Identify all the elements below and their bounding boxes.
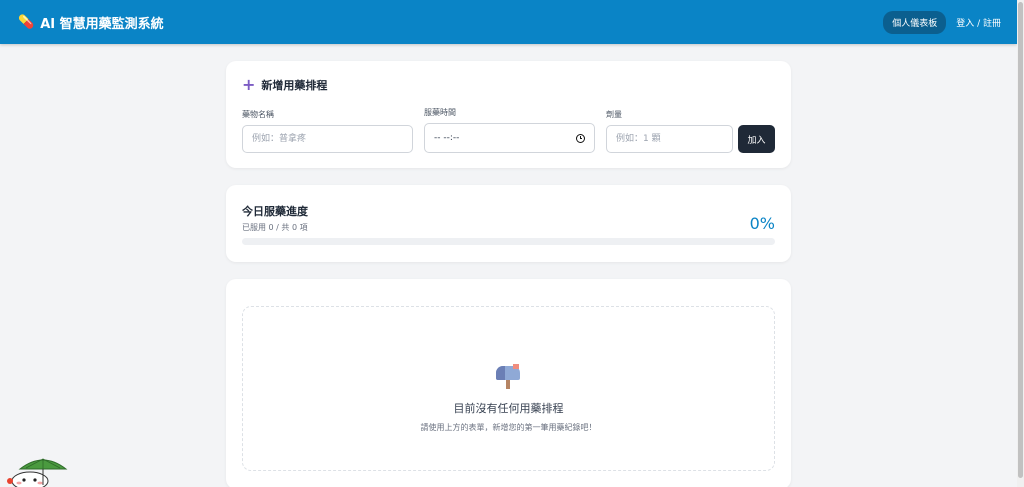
dose-label: 劑量: [606, 110, 622, 119]
main-content: + 新增用藥排程 藥物名稱 服藥時間 -- --:-- 劑量 加入: [226, 61, 791, 487]
medicine-name-field: 藥物名稱: [242, 109, 413, 153]
add-button[interactable]: 加入: [738, 125, 775, 153]
progress-percent: 0%: [749, 214, 775, 233]
dashboard-button[interactable]: 個人儀表板: [883, 10, 947, 34]
plus-icon: +: [242, 75, 256, 94]
medicine-name-input[interactable]: [242, 125, 413, 153]
progress-title: 今日服藥進度: [242, 205, 308, 218]
empty-state-title: 目前沒有任何用藥排程: [453, 402, 564, 415]
scrollbar-thumb[interactable]: [1018, 2, 1023, 478]
time-field: 服藥時間 -- --:--: [424, 107, 595, 153]
progress-header: 今日服藥進度 已服用 0 / 共 0 項 0%: [242, 203, 775, 233]
time-input-value: -- --:--: [434, 133, 460, 143]
add-schedule-heading: + 新增用藥排程: [242, 77, 775, 93]
time-input[interactable]: -- --:--: [424, 123, 595, 153]
mascot-icon[interactable]: [6, 455, 68, 487]
app-title: AI 智慧用藥監測系統: [40, 16, 164, 32]
nav-links: 個人儀表板 登入 / 註冊: [883, 10, 1001, 34]
empty-state: 目前沒有任何用藥排程 請使用上方的表單，新增您的第一筆用藥紀錄吧！: [242, 306, 775, 471]
progress-subtitle: 已服用 0 / 共 0 項: [242, 223, 308, 232]
brand[interactable]: 💊 AI 智慧用藥監測系統: [18, 13, 164, 32]
clock-icon[interactable]: [576, 133, 585, 143]
empty-state-subtitle: 請使用上方的表單，新增您的第一筆用藥紀錄吧！: [420, 423, 597, 432]
today-progress-card: 今日服藥進度 已服用 0 / 共 0 項 0%: [226, 185, 791, 262]
top-navbar: 💊 AI 智慧用藥監測系統 個人儀表板 登入 / 註冊: [0, 0, 1017, 44]
vertical-scrollbar[interactable]: [1017, 0, 1024, 487]
add-schedule-title: 新增用藥排程: [261, 79, 328, 92]
schedule-list-card: 目前沒有任何用藥排程 請使用上方的表單，新增您的第一筆用藥紀錄吧！: [226, 279, 791, 487]
mailbox-icon: [494, 364, 524, 390]
medicine-name-label: 藥物名稱: [242, 110, 274, 119]
time-label: 服藥時間: [424, 108, 456, 117]
login-register-link[interactable]: 登入 / 註冊: [956, 16, 1001, 29]
pill-icon: 💊: [18, 14, 35, 30]
add-schedule-form: 藥物名稱 服藥時間 -- --:-- 劑量 加入: [242, 107, 775, 153]
progress-bar: [242, 238, 775, 245]
add-schedule-card: + 新增用藥排程 藥物名稱 服藥時間 -- --:-- 劑量 加入: [226, 61, 791, 168]
dose-field: 劑量: [606, 109, 733, 153]
dose-input[interactable]: [606, 125, 733, 153]
